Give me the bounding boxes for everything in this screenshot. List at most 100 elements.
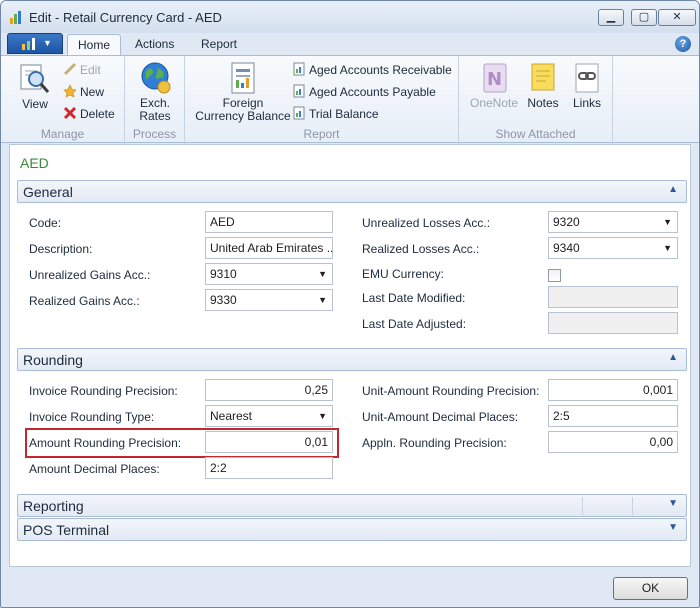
realized-gains-label: Realized Gains Acc.: <box>29 294 140 308</box>
tab-report[interactable]: Report <box>191 34 247 55</box>
edit-label: Edit <box>80 63 101 77</box>
dropdown-arrow-icon[interactable]: ▼ <box>318 406 327 426</box>
close-button[interactable]: ✕ <box>658 9 696 26</box>
fasttab-separator <box>582 497 583 515</box>
aged-accounts-receivable-button[interactable]: Aged Accounts Receivable <box>292 61 452 79</box>
exch-rates-label-line1: Exch. <box>139 96 170 110</box>
report-icon <box>293 106 305 120</box>
report-icon <box>293 62 305 76</box>
code-field[interactable]: AED <box>205 211 333 233</box>
footer: OK <box>1 568 699 607</box>
unrealized-losses-label: Unrealized Losses Acc.: <box>362 216 491 230</box>
sticky-note-icon <box>531 63 555 91</box>
last-date-adjusted-field <box>548 312 678 334</box>
application-menu-button[interactable]: ▼ <box>7 33 63 54</box>
new-button[interactable]: New <box>63 83 104 101</box>
realized-gains-field[interactable]: 9330 ▼ <box>205 289 333 311</box>
fasttab-rounding-title: Rounding <box>23 352 83 368</box>
page-title: AED <box>20 155 49 171</box>
report-icon <box>293 84 305 98</box>
amount-rounding-precision-label: Amount Rounding Precision: <box>29 436 182 450</box>
fasttab-pos-terminal-title: POS Terminal <box>23 522 110 538</box>
dropdown-arrow-icon[interactable]: ▼ <box>318 290 327 310</box>
invoice-rounding-type-label: Invoice Rounding Type: <box>29 410 155 424</box>
emu-currency-label: EMU Currency: <box>362 267 445 281</box>
fasttab-separator <box>632 497 633 515</box>
code-label: Code: <box>29 216 62 230</box>
emu-currency-checkbox[interactable] <box>548 269 561 282</box>
pencil-icon <box>63 62 77 76</box>
fasttab-general[interactable]: General ▲ <box>17 180 687 203</box>
delete-button[interactable]: Delete <box>63 105 115 123</box>
delete-label: Delete <box>80 107 115 121</box>
dropdown-arrow-icon[interactable]: ▼ <box>663 238 672 258</box>
new-star-icon <box>63 84 77 98</box>
realized-losses-field[interactable]: 9340 ▼ <box>548 237 678 259</box>
group-label-process: Process <box>132 127 177 141</box>
view-label: View <box>22 97 48 111</box>
invoice-rounding-precision-label: Invoice Rounding Precision: <box>29 384 178 398</box>
unrealized-losses-value: 9320 <box>553 215 580 229</box>
chevron-up-icon[interactable]: ▲ <box>668 184 678 195</box>
aged-accounts-receivable-label: Aged Accounts Receivable <box>309 63 452 77</box>
view-button[interactable]: View <box>15 62 55 111</box>
notes-button[interactable]: Notes <box>523 61 563 110</box>
last-date-modified-label: Last Date Modified: <box>362 291 466 305</box>
tab-home[interactable]: Home <box>67 34 122 55</box>
restore-button[interactable]: ▢ <box>631 9 657 26</box>
fasttab-pos-terminal[interactable]: POS Terminal ▼ <box>17 518 687 541</box>
card-content: AED General ▲ Code: AED Description: Uni… <box>9 144 691 567</box>
description-field[interactable]: United Arab Emirates ... <box>205 237 333 259</box>
amount-decimal-places-field[interactable]: 2:2 <box>205 457 333 479</box>
last-date-adjusted-label: Last Date Adjusted: <box>362 317 467 331</box>
realized-gains-value: 9330 <box>210 293 237 307</box>
unit-amount-decimal-places-field[interactable]: 2:5 <box>548 405 678 427</box>
aged-accounts-payable-label: Aged Accounts Payable <box>309 85 436 99</box>
description-label: Description: <box>29 242 93 256</box>
invoice-rounding-precision-field[interactable]: 0,25 <box>205 379 333 401</box>
foreign-currency-balance-button[interactable]: Foreign Currency Balance <box>191 61 295 123</box>
amount-rounding-precision-field[interactable]: 0,01 <box>205 431 333 453</box>
ok-button[interactable]: OK <box>613 577 688 600</box>
unrealized-gains-value: 9310 <box>210 267 237 281</box>
dropdown-arrow-icon[interactable]: ▼ <box>318 264 327 284</box>
group-label-show-attached: Show Attached <box>495 127 576 141</box>
appln-rounding-precision-label: Appln. Rounding Precision: <box>362 436 507 450</box>
window: Edit - Retail Currency Card - AED ▁ ▢ ✕ … <box>0 0 700 608</box>
trial-balance-button[interactable]: Trial Balance <box>292 105 379 123</box>
group-label-manage: Manage <box>40 127 85 141</box>
minimize-button[interactable]: ▁ <box>598 9 624 26</box>
onenote-label: OneNote <box>469 96 519 110</box>
unrealized-losses-field[interactable]: 9320 ▼ <box>548 211 678 233</box>
foreign-currency-balance-label-line2: Currency Balance <box>195 109 291 123</box>
edit-button[interactable]: Edit <box>63 61 101 79</box>
title-bar: Edit - Retail Currency Card - AED ▁ ▢ ✕ <box>1 1 699 33</box>
links-button[interactable]: Links <box>567 61 607 110</box>
globe-icon <box>141 62 171 94</box>
app-menu-icon <box>22 38 35 50</box>
amount-decimal-places-label: Amount Decimal Places: <box>29 462 160 476</box>
unrealized-gains-field[interactable]: 9310 ▼ <box>205 263 333 285</box>
magnifier-icon <box>20 64 50 93</box>
appln-rounding-precision-field[interactable]: 0,00 <box>548 431 678 453</box>
onenote-icon: N <box>483 63 507 93</box>
fasttab-rounding[interactable]: Rounding ▲ <box>17 348 687 371</box>
last-date-modified-field <box>548 286 678 308</box>
realized-losses-label: Realized Losses Acc.: <box>362 242 480 256</box>
help-icon[interactable]: ? <box>675 36 691 52</box>
report-document-icon <box>231 62 255 94</box>
chevron-up-icon[interactable]: ▲ <box>668 352 678 363</box>
realized-losses-value: 9340 <box>553 241 580 255</box>
invoice-rounding-type-field[interactable]: Nearest ▼ <box>205 405 333 427</box>
dropdown-arrow-icon[interactable]: ▼ <box>663 212 672 232</box>
aged-accounts-payable-button[interactable]: Aged Accounts Payable <box>292 83 436 101</box>
exch-rates-button[interactable]: Exch. Rates <box>131 61 179 123</box>
tab-actions[interactable]: Actions <box>125 34 184 55</box>
chevron-down-icon[interactable]: ▼ <box>668 498 678 509</box>
app-logo-icon <box>10 11 21 24</box>
onenote-button[interactable]: N OneNote <box>467 61 521 110</box>
fasttab-reporting[interactable]: Reporting ▼ <box>17 494 687 517</box>
ribbon-group-manage: View Edit New Delete Manage <box>1 56 125 144</box>
unit-amount-rounding-precision-field[interactable]: 0,001 <box>548 379 678 401</box>
chevron-down-icon[interactable]: ▼ <box>668 522 678 533</box>
